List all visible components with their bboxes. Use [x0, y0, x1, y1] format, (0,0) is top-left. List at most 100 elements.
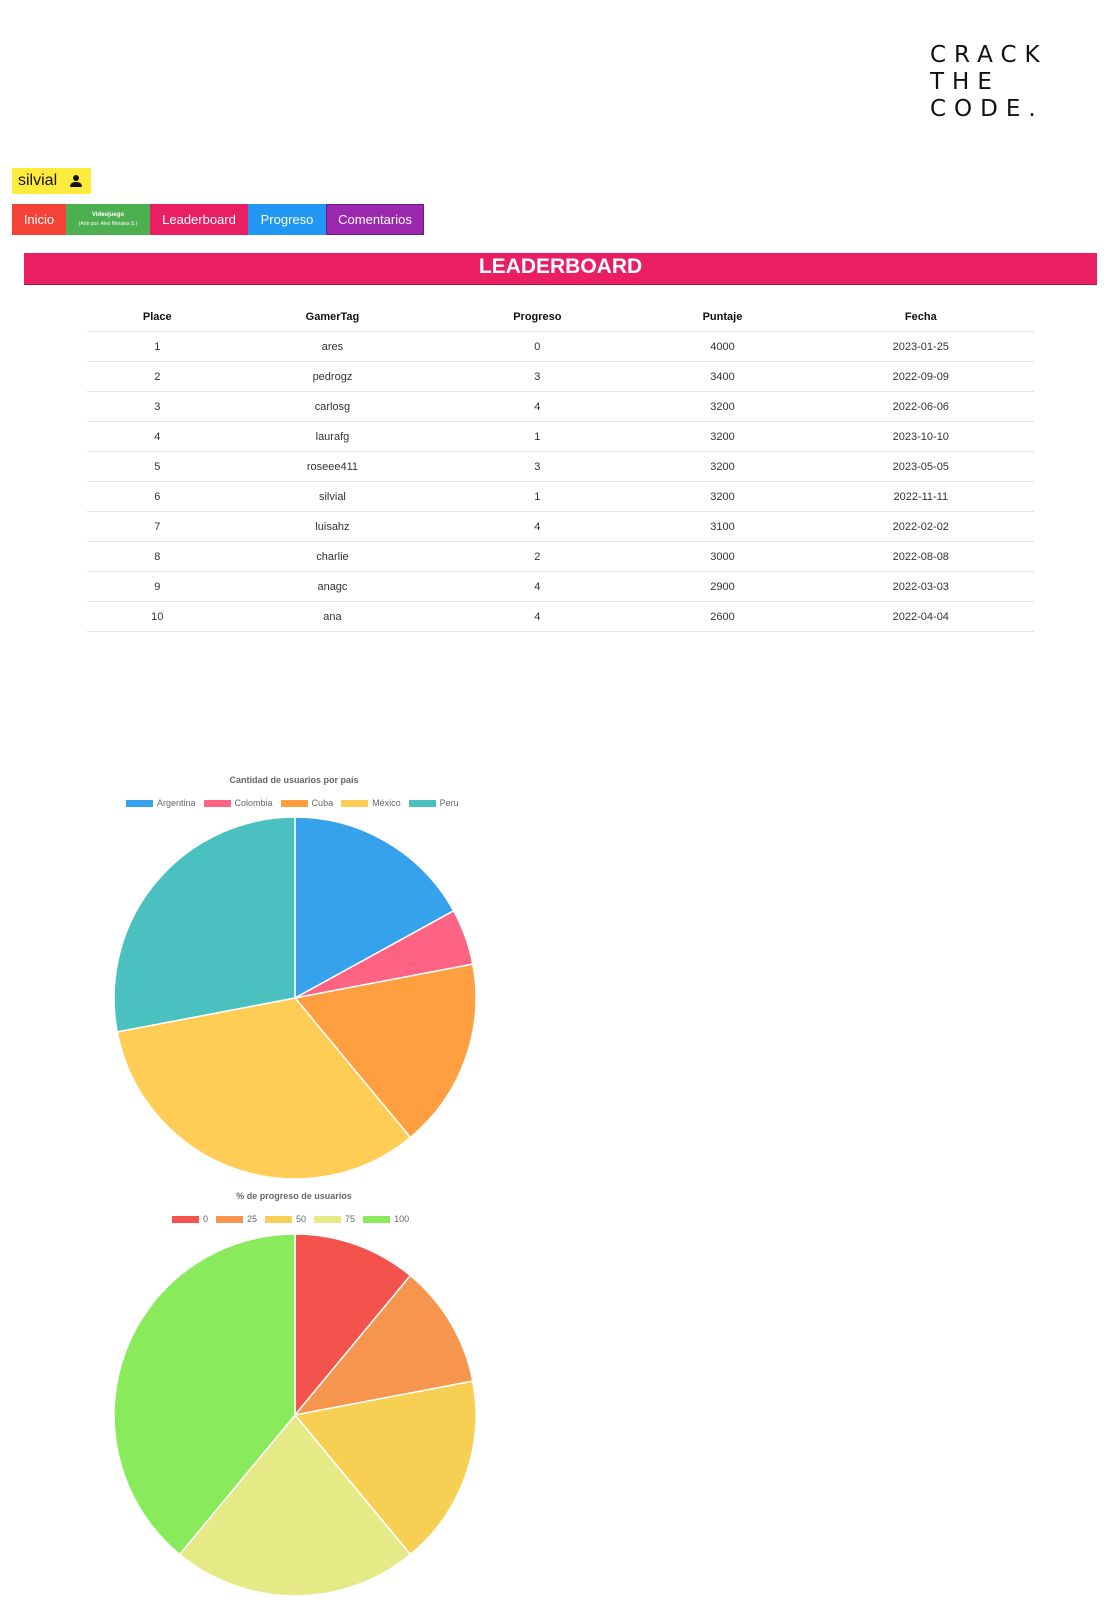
chart-1-pie — [113, 816, 477, 1180]
legend-swatch — [203, 799, 231, 807]
cell-place: 5 — [87, 451, 228, 482]
cell-place: 6 — [87, 481, 228, 512]
cell-place: 1 — [87, 331, 228, 362]
cell-fecha: 2023-05-05 — [807, 451, 1034, 482]
cell-fecha: 2022-04-04 — [807, 601, 1034, 632]
cell-puntaje: 2600 — [637, 601, 808, 632]
col-fecha: Fecha — [807, 303, 1034, 332]
legend-label: Argentina — [157, 798, 196, 808]
legend-label: Cuba — [311, 798, 334, 808]
chart-2-pie — [113, 1233, 477, 1597]
legend-item[interactable]: 0 — [172, 1214, 208, 1224]
cell-progreso: 2 — [437, 541, 638, 572]
user-badge[interactable]: silvial — [12, 168, 92, 194]
cell-progreso: 4 — [437, 601, 638, 632]
table-row: 2 pedrogz 3 3400 2022-09-09 — [87, 361, 1034, 392]
cell-gamertag: charlie — [227, 541, 438, 572]
legend-item[interactable]: 50 — [265, 1214, 306, 1224]
legend-swatch — [280, 799, 308, 807]
nav-inicio-button[interactable]: Inicio — [12, 204, 66, 235]
legend-item[interactable]: Cuba — [280, 798, 334, 808]
pie-slice-peru[interactable] — [113, 816, 296, 1033]
cell-puntaje: 4000 — [637, 331, 808, 362]
cell-progreso: 4 — [437, 511, 638, 542]
nav-comentarios-button[interactable]: Comentarios — [326, 204, 424, 235]
table-body: 1 ares 0 4000 2023-01-25 2 pedrogz 3 3400 2022-09… — [87, 331, 1034, 632]
nav-videojuego-button[interactable]: Videojuego (Arte por: Alex Morales S.) — [66, 204, 150, 235]
nav-leaderboard-button[interactable]: Leaderboard — [150, 204, 248, 235]
cell-gamertag: silvial — [227, 481, 438, 512]
cell-place: 2 — [87, 361, 228, 392]
leaderboard-banner: LEADERBOARD — [24, 253, 1097, 285]
cell-place: 8 — [87, 541, 228, 572]
cell-gamertag: pedrogz — [227, 361, 438, 392]
crack-the-code-logo: CRACK THE CODE. — [930, 42, 1048, 123]
nav-videojuego-credit: (Arte por: Alex Morales S.) — [78, 220, 138, 227]
cell-gamertag: roseee411 — [227, 451, 438, 482]
cell-progreso: 3 — [437, 451, 638, 482]
table-row: 8 charlie 2 3000 2022-08-08 — [87, 541, 1034, 572]
logo-line-2: THE — [930, 69, 1000, 95]
cell-gamertag: carlosg — [227, 391, 438, 422]
cell-puntaje: 3200 — [637, 451, 808, 482]
leaderboard-table: Place GamerTag Progreso Puntaje Fecha 1a… — [87, 303, 1034, 632]
cell-puntaje: 3200 — [637, 421, 808, 452]
cell-puntaje: 3400 — [637, 361, 808, 392]
cell-gamertag: ana — [227, 601, 438, 632]
cell-progreso: 1 — [437, 481, 638, 512]
cell-fecha: 2022-06-06 — [807, 391, 1034, 422]
table-row: 5 roseee411 3 3200 2023-05-05 — [87, 451, 1034, 482]
main-nav: Inicio Videojuego (Arte por: Alex Morale… — [12, 204, 424, 235]
table-row: 1 ares 0 4000 2023-01-25 — [87, 331, 1034, 362]
username: silvial — [18, 172, 58, 189]
table-row: 7 luisahz 4 3100 2022-02-02 — [87, 511, 1034, 542]
table-row: 3 carlosg 4 3200 2022-06-06 — [87, 391, 1034, 422]
person-icon — [69, 174, 83, 188]
cell-fecha: 2022-09-09 — [807, 361, 1034, 392]
cell-place: 9 — [87, 571, 228, 602]
cell-fecha: 2022-02-02 — [807, 511, 1034, 542]
cell-fecha: 2023-01-25 — [807, 331, 1034, 362]
cell-progreso: 4 — [437, 391, 638, 422]
legend-item[interactable]: 75 — [314, 1214, 355, 1224]
legend-label: 75 — [345, 1214, 356, 1224]
nav-progreso-button[interactable]: Progreso — [248, 204, 326, 235]
legend-item[interactable]: Argentina — [126, 798, 196, 808]
cell-gamertag: luisahz — [227, 511, 438, 542]
cell-fecha: 2022-08-08 — [807, 541, 1034, 572]
legend-swatch — [216, 1215, 244, 1223]
cell-puntaje: 3000 — [637, 541, 808, 572]
chart-2-legend: 0 25 50 75 100 — [172, 1214, 417, 1224]
legend-item[interactable]: Peru — [408, 798, 459, 808]
legend-swatch — [341, 799, 369, 807]
cell-progreso: 1 — [437, 421, 638, 452]
legend-item[interactable]: 25 — [216, 1214, 257, 1224]
legend-item[interactable]: 100 — [363, 1214, 409, 1224]
table-row: 6 silvial 1 3200 2022-11-11 — [87, 481, 1034, 512]
legend-item[interactable]: Colombia — [203, 798, 273, 808]
cell-fecha: 2022-03-03 — [807, 571, 1034, 602]
cell-progreso: 4 — [437, 571, 638, 602]
legend-label: Colombia — [234, 798, 273, 808]
cell-place: 3 — [87, 391, 228, 422]
nav-videojuego-label: Videojuego — [91, 211, 125, 218]
legend-label: 100 — [394, 1214, 410, 1224]
cell-fecha: 2023-10-10 — [807, 421, 1034, 452]
cell-gamertag: laurafg — [227, 421, 438, 452]
legend-swatch — [172, 1215, 199, 1223]
cell-place: 7 — [87, 511, 228, 542]
legend-label: 0 — [203, 1214, 209, 1224]
col-puntaje: Puntaje — [637, 303, 808, 332]
legend-item[interactable]: México — [341, 798, 401, 808]
legend-label: 50 — [296, 1214, 307, 1224]
legend-label: 25 — [247, 1214, 258, 1224]
cell-progreso: 3 — [437, 361, 638, 392]
cell-fecha: 2022-11-11 — [807, 481, 1034, 512]
cell-puntaje: 2900 — [637, 571, 808, 602]
legend-swatch — [314, 1215, 342, 1223]
col-place: Place — [87, 303, 228, 332]
logo-line-3: CODE. — [930, 96, 1044, 122]
table-row: 9 anagc 4 2900 2022-03-03 — [87, 571, 1034, 602]
cell-progreso: 0 — [437, 331, 638, 362]
legend-label: Peru — [439, 798, 459, 808]
